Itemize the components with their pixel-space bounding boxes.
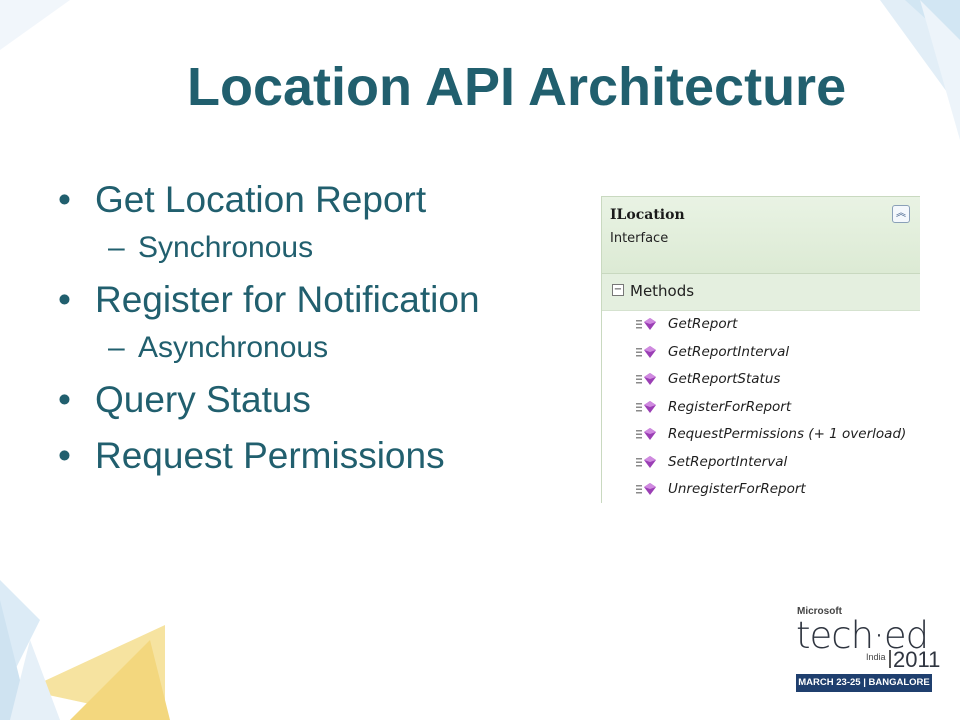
interface-kind: Interface xyxy=(610,231,669,246)
sub-bullet-item: – Synchronous xyxy=(58,230,578,266)
method-item[interactable]: UnregisterForReport xyxy=(602,476,920,504)
slide-title: Location API Architecture xyxy=(187,57,847,117)
sub-bullet-text: Asynchronous xyxy=(138,331,329,364)
bullet-text: Get Location Report xyxy=(95,179,427,220)
bullet-item: • Request Permissions xyxy=(58,434,578,478)
bullet-item: • Query Status xyxy=(58,378,578,422)
method-item[interactable]: GetReportInterval xyxy=(602,339,920,367)
purple-method-icon xyxy=(636,400,656,413)
bullet-list: • Get Location Report – Synchronous • Re… xyxy=(58,178,578,478)
logo-year: 2011 xyxy=(893,647,941,672)
method-item[interactable]: RegisterForReport xyxy=(602,394,920,422)
bullet-dot: • xyxy=(58,435,71,476)
method-name: RegisterForReport xyxy=(668,398,792,415)
interface-name: ILocation xyxy=(610,207,685,223)
teched-logo: Microsoft tech·ed India 2011 MARCH 23-25… xyxy=(796,606,940,694)
double-chevron-up-icon[interactable]: ︽ xyxy=(892,205,910,223)
methods-section-label: Methods xyxy=(630,282,695,300)
method-name: GetReport xyxy=(668,316,738,332)
bullet-dot: • xyxy=(58,379,71,420)
method-list: GetReport GetReportInterval GetReportSta… xyxy=(602,311,920,504)
purple-method-icon xyxy=(636,428,656,440)
method-name: GetReportStatus xyxy=(668,371,781,387)
bullet-dot: • xyxy=(58,179,71,220)
methods-section-header[interactable]: − Methods xyxy=(602,274,920,311)
bullet-text: Request Permissions xyxy=(95,435,445,476)
method-name: SetReportInterval xyxy=(668,453,788,470)
collapse-minus-icon[interactable]: − xyxy=(612,284,624,296)
method-item[interactable]: GetReportStatus xyxy=(602,366,920,394)
bullet-item: • Register for Notification xyxy=(58,278,578,322)
bullet-item: • Get Location Report xyxy=(58,178,578,222)
class-diagram-header: ILocation Interface ︽ xyxy=(602,197,920,274)
sub-bullet-dash: – xyxy=(108,231,125,264)
sub-bullet-dash: – xyxy=(108,331,125,364)
method-item[interactable]: RequestPermissions (+ 1 overload) xyxy=(602,421,920,449)
method-item[interactable]: GetReport xyxy=(602,311,920,339)
logo-divider xyxy=(889,650,891,668)
method-name: UnregisterForReport xyxy=(668,481,806,497)
bullet-text: Register for Notification xyxy=(95,279,480,320)
method-item[interactable]: SetReportInterval xyxy=(602,449,920,477)
method-name: GetReportInterval xyxy=(668,343,790,360)
method-name: RequestPermissions (+ 1 overload) xyxy=(668,426,907,442)
bullet-dot: • xyxy=(58,279,71,320)
purple-method-icon xyxy=(636,455,656,468)
sub-bullet-text: Synchronous xyxy=(138,231,314,264)
logo-event-band: MARCH 23-25 | BANGALORE xyxy=(796,674,932,692)
purple-method-icon xyxy=(636,345,656,358)
bullet-text: Query Status xyxy=(95,379,311,420)
purple-method-icon xyxy=(636,483,656,495)
purple-method-icon xyxy=(636,373,656,385)
logo-region: India xyxy=(866,652,886,662)
sub-bullet-item: – Asynchronous xyxy=(58,330,578,366)
purple-method-icon xyxy=(636,318,656,330)
class-diagram-panel: ILocation Interface ︽ − Methods GetRepor… xyxy=(601,196,920,503)
